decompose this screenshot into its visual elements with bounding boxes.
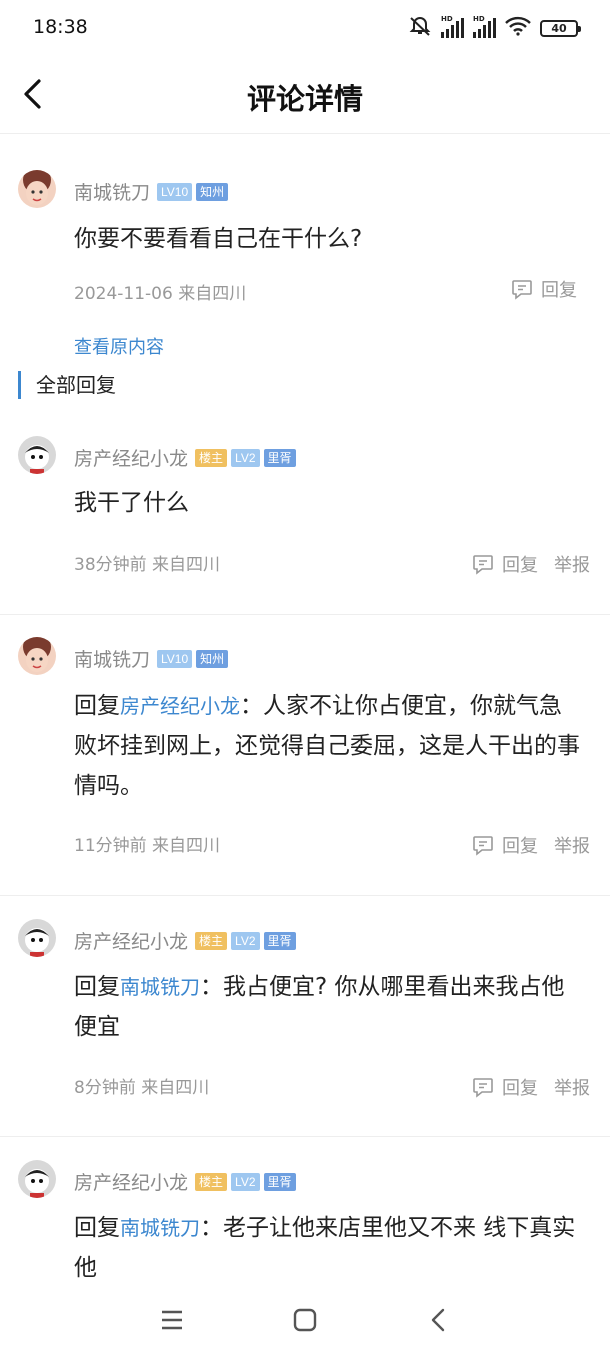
owner-badge: 楼主 — [195, 448, 228, 467]
page-title: 评论详情 — [246, 82, 363, 116]
avatar[interactable] — [18, 919, 56, 957]
region-badge: 里胥 — [263, 931, 296, 950]
comment-content[interactable]: 你要不要看看自己在干什么? — [74, 219, 584, 259]
reply-content[interactable]: 我干了什么 — [74, 483, 584, 523]
reply-actions: 回复 举报 — [472, 551, 590, 577]
hd-label: HD — [441, 15, 453, 23]
report-button[interactable]: 举报 — [554, 832, 590, 858]
user-line: 房产经纪小龙 楼主 LV2 里胥 — [74, 1168, 296, 1195]
reply-item: 房产经纪小龙 楼主 LV2 里胥 回复南城铣刀：我占便宜? 你从哪里看出来我占他… — [0, 896, 610, 1136]
username[interactable]: 南城铣刀 — [74, 645, 150, 672]
user-line: 南城铣刀 LV10 知州 — [74, 645, 229, 672]
status-time: 18:38 — [33, 16, 88, 38]
username[interactable]: 南城铣刀 — [74, 178, 150, 205]
reply-button[interactable]: 回复 — [502, 832, 538, 858]
level-badge: LV2 — [231, 931, 260, 950]
reply-prefix: 回复 — [74, 693, 120, 719]
reply-meta: 11分钟前 来自四川 — [74, 836, 221, 856]
nav-header: 评论详情 — [0, 56, 610, 134]
reply-text: 我干了什么 — [74, 490, 189, 516]
region-badge: 知州 — [196, 182, 229, 201]
back-icon — [431, 1308, 445, 1332]
user-line: 南城铣刀 LV10 知州 — [74, 178, 229, 205]
report-button[interactable]: 举报 — [554, 1074, 590, 1100]
avatar[interactable] — [18, 170, 56, 208]
view-original-link[interactable]: 查看原内容 — [74, 333, 164, 359]
reply-item: 房产经纪小龙 楼主 LV2 里胥 我干了什么 38分钟前 来自四川 回复 举报 — [0, 420, 610, 614]
reply-prefix: 回复 — [74, 1215, 120, 1241]
avatar[interactable] — [18, 1160, 56, 1198]
level-badge: LV2 — [231, 1172, 260, 1191]
level-badge: LV10 — [157, 649, 193, 668]
reply-button[interactable]: 回复 — [541, 276, 577, 302]
username[interactable]: 房产经纪小龙 — [74, 1168, 188, 1195]
home-button[interactable] — [285, 1302, 325, 1338]
reply-button[interactable]: 回复 — [502, 1074, 538, 1100]
comment-actions: 回复 — [511, 276, 577, 302]
bottom-nav — [0, 1290, 610, 1356]
user-line: 房产经纪小龙 楼主 LV2 里胥 — [74, 444, 296, 471]
avatar[interactable] — [18, 637, 56, 675]
reply-meta: 8分钟前 来自四川 — [74, 1078, 210, 1098]
system-back-button[interactable] — [418, 1302, 458, 1338]
comment-bubble-icon[interactable] — [472, 834, 494, 856]
reply-meta: 38分钟前 来自四川 — [74, 555, 221, 575]
reply-actions: 回复 举报 — [472, 832, 590, 858]
region-badge: 里胥 — [263, 448, 296, 467]
reply-button[interactable]: 回复 — [502, 551, 538, 577]
region-badge: 知州 — [196, 649, 229, 668]
battery-icon: 40 — [540, 19, 581, 37]
status-bar: 18:38 HD HD 40 — [0, 0, 610, 56]
report-button[interactable]: 举报 — [554, 551, 590, 577]
comment-meta: 2024-11-06 来自四川 — [74, 284, 247, 304]
home-icon — [293, 1308, 317, 1332]
menu-icon — [162, 1310, 182, 1330]
signal-hd-icon: HD — [441, 15, 464, 38]
reply-content[interactable]: 回复南城铣刀：老子让他来店里他又不来 线下真实他 — [74, 1208, 584, 1288]
reply-to-user[interactable]: 南城铣刀 — [120, 975, 200, 999]
signal-hd-icon: HD — [473, 15, 496, 38]
reply-to-user[interactable]: 房产经纪小龙 — [120, 694, 240, 718]
reply-content[interactable]: 回复房产经纪小龙：人家不让你占便宜，你就气急败坏挂到网上，还觉得自己委屈，这是人… — [74, 686, 584, 806]
comment-bubble-icon[interactable] — [511, 278, 533, 300]
reply-actions: 回复 举报 — [472, 1074, 590, 1100]
reply-item: 南城铣刀 LV10 知州 回复房产经纪小龙：人家不让你占便宜，你就气急败坏挂到网… — [0, 615, 610, 895]
level-badge: LV2 — [231, 448, 260, 467]
avatar[interactable] — [18, 436, 56, 474]
username[interactable]: 房产经纪小龙 — [74, 927, 188, 954]
comment-bubble-icon[interactable] — [472, 1076, 494, 1098]
level-badge: LV10 — [157, 182, 193, 201]
reply-item: 房产经纪小龙 楼主 LV2 里胥 回复南城铣刀：老子让他来店里他又不来 线下真实… — [0, 1137, 610, 1290]
wifi-icon — [505, 16, 531, 40]
mute-vibrate-icon — [408, 15, 432, 41]
owner-badge: 楼主 — [195, 931, 228, 950]
status-icons: HD HD 40 — [408, 15, 581, 41]
user-line: 房产经纪小龙 楼主 LV2 里胥 — [74, 927, 296, 954]
comment-bubble-icon[interactable] — [472, 553, 494, 575]
region-badge: 里胥 — [263, 1172, 296, 1191]
username[interactable]: 房产经纪小龙 — [74, 444, 188, 471]
reply-prefix: 回复 — [74, 974, 120, 1000]
main-comment: 南城铣刀 LV10 知州 你要不要看看自己在干什么? 2024-11-06 来自… — [0, 134, 610, 334]
menu-button[interactable] — [152, 1302, 192, 1338]
reply-to-user[interactable]: 南城铣刀 — [120, 1216, 200, 1240]
reply-content[interactable]: 回复南城铣刀：我占便宜? 你从哪里看出来我占他便宜 — [74, 967, 584, 1047]
owner-badge: 楼主 — [195, 1172, 228, 1191]
hd-label: HD — [473, 15, 485, 23]
section-title: 全部回复 — [18, 371, 116, 399]
